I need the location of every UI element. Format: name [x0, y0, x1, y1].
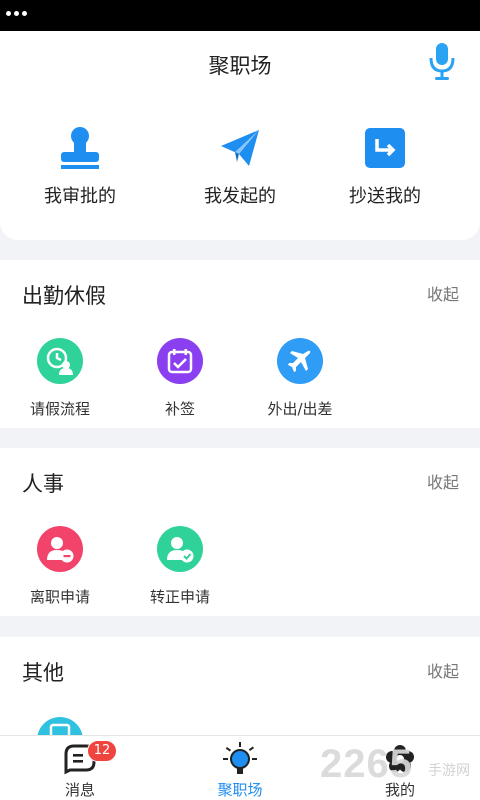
collapse-button[interactable]: 收起 — [427, 469, 459, 493]
calendar-check-icon — [157, 338, 203, 384]
unread-badge: 12 — [87, 740, 117, 762]
forward-arrow-icon — [365, 128, 405, 168]
section-title: 其他 — [22, 661, 64, 685]
microphone-icon[interactable] — [425, 41, 459, 81]
lightbulb-icon — [223, 742, 257, 774]
quick-label: 我审批的 — [44, 186, 116, 207]
item-label: 转正申请 — [149, 588, 210, 606]
watermark-text: 手游网 — [428, 763, 470, 779]
header-card: 聚职场 我审批的 我发起的 抄送我的 — [0, 31, 480, 240]
item-leave-process[interactable]: 请假流程 — [0, 338, 120, 419]
collapse-button[interactable]: 收起 — [427, 281, 459, 305]
section-other: 其他 收起 — [0, 637, 480, 735]
leave-clock-icon — [37, 338, 83, 384]
watermark-number: 2265 — [320, 742, 413, 786]
watermark: 2265 手游网 — [320, 742, 480, 798]
section-hr: 人事 收起 离职申请 转正申请 — [0, 448, 480, 616]
item-resignation[interactable]: 离职申请 — [0, 526, 120, 607]
item-business-trip[interactable]: 外出/出差 — [240, 338, 360, 419]
stamp-icon — [61, 127, 99, 169]
item-regularization[interactable]: 转正申请 — [120, 526, 240, 607]
quick-approved-by-me[interactable]: 我审批的 — [10, 126, 150, 208]
section-title: 人事 — [22, 472, 64, 496]
quick-cc-to-me[interactable]: 抄送我的 — [315, 126, 455, 208]
status-bar — [0, 0, 480, 31]
user-remove-icon — [37, 526, 83, 572]
tab-messages[interactable]: 12 消息 — [0, 736, 160, 800]
quick-label: 我发起的 — [204, 186, 276, 207]
quick-label: 抄送我的 — [349, 186, 421, 207]
collapse-button[interactable]: 收起 — [427, 658, 459, 682]
tab-label: 聚职场 — [217, 781, 263, 799]
section-attendance: 出勤休假 收起 请假流程 补签 外出/出差 — [0, 260, 480, 428]
user-check-icon — [157, 526, 203, 572]
tab-label: 消息 — [64, 781, 95, 799]
item-label: 请假流程 — [29, 400, 90, 418]
section-title: 出勤休假 — [22, 284, 106, 308]
item-label: 外出/出差 — [267, 400, 333, 418]
page-title: 聚职场 — [208, 54, 272, 78]
item-resign-in[interactable]: 补签 — [120, 338, 240, 419]
other-item-icon[interactable] — [37, 717, 83, 735]
paper-plane-icon — [221, 130, 259, 166]
tab-jobplace[interactable]: 聚职场 — [160, 736, 320, 800]
quick-initiated-by-me[interactable]: 我发起的 — [170, 126, 310, 208]
item-label: 补签 — [164, 400, 195, 418]
item-label: 离职申请 — [29, 588, 90, 606]
airplane-icon — [277, 338, 323, 384]
status-dots — [6, 11, 27, 16]
